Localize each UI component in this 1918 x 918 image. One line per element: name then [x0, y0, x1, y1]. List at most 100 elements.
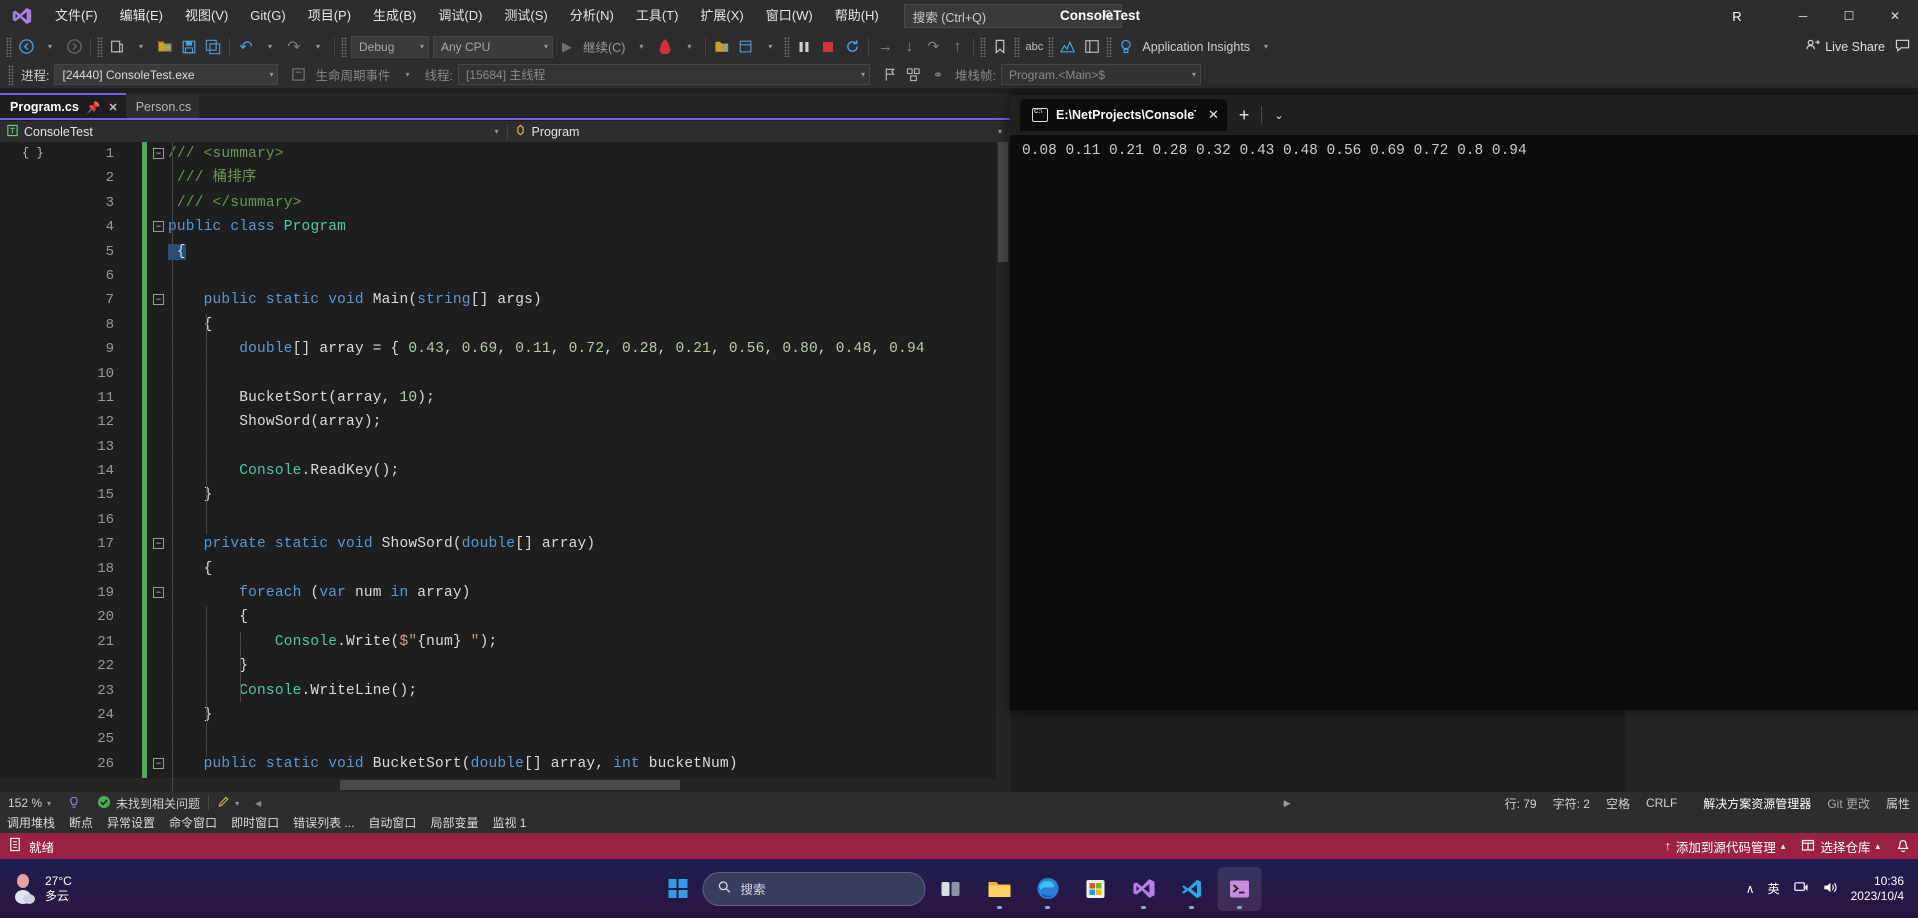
parallel-stacks-icon[interactable] — [902, 63, 926, 87]
code-line[interactable]: public static void Main(string[] args) — [168, 288, 1010, 312]
navigate-back-icon[interactable] — [14, 35, 38, 59]
code-cleanup-button[interactable]: ▾ — [209, 792, 247, 814]
code-line[interactable]: /// </summary> — [168, 191, 1010, 215]
tab-error-list[interactable]: 错误列表 ... — [286, 814, 361, 833]
scrollbar-thumb[interactable] — [998, 142, 1008, 262]
save-all-icon[interactable] — [201, 35, 225, 59]
fold-toggle-icon[interactable]: − — [153, 294, 164, 306]
toolbar-grip[interactable] — [6, 36, 12, 57]
tab-locals[interactable]: 局部变量 — [423, 814, 485, 833]
menu-build[interactable]: 生成(B) — [362, 0, 427, 32]
undo-dropdown-icon[interactable]: ▾ — [258, 35, 282, 59]
redo-icon[interactable]: ↷ — [282, 35, 306, 59]
code-line[interactable]: public class Program — [168, 215, 1010, 239]
continue-play-icon[interactable]: ▶ — [555, 35, 579, 59]
step-into-icon[interactable]: ↓ — [897, 35, 921, 59]
fold-toggle-icon[interactable]: − — [153, 587, 164, 599]
pin-icon[interactable]: 📌 — [87, 101, 101, 114]
file-explorer-icon[interactable] — [978, 867, 1022, 911]
menu-window[interactable]: 窗口(W) — [755, 0, 824, 32]
app-insights-label[interactable]: Application Insights — [1138, 40, 1254, 54]
stop-icon[interactable] — [816, 35, 840, 59]
redo-dropdown-icon[interactable]: ▾ — [306, 35, 330, 59]
step-out-curve-icon[interactable]: ↷ — [921, 35, 945, 59]
toolbar-grip-4[interactable] — [784, 36, 791, 57]
code-line[interactable]: public static void BucketSort(double[] a… — [168, 752, 1010, 776]
app-insights-dropdown-icon[interactable]: ▾ — [1254, 35, 1278, 59]
code-line[interactable]: } — [168, 703, 1010, 727]
code-line[interactable]: { — [168, 313, 1010, 337]
microsoft-store-icon[interactable] — [1074, 867, 1118, 911]
toggle-window-icon[interactable] — [734, 35, 758, 59]
issues-status[interactable]: 未找到相关问题 — [89, 792, 208, 814]
ime-language-indicator[interactable]: 英 — [1768, 880, 1780, 897]
code-line[interactable]: BucketSort(array, 10); — [168, 386, 1010, 410]
code-line[interactable]: /// 桶排序 — [168, 166, 1010, 190]
git-changes-tab[interactable]: Git 更改 — [1819, 792, 1878, 814]
process-select[interactable]: [24440] ConsoleTest.exe ▾ — [54, 64, 279, 85]
hot-reload-dropdown-icon[interactable]: ▾ — [677, 35, 701, 59]
user-account-avatar[interactable]: R — [1726, 5, 1748, 27]
solution-explorer-tab[interactable]: 解决方案资源管理器 — [1695, 792, 1819, 814]
tab-program-cs[interactable]: Program.cs 📌 ✕ — [0, 93, 126, 119]
menu-tools[interactable]: 工具(T) — [625, 0, 690, 32]
navbar-project-select[interactable]: ConsoleTest ▾ — [0, 121, 507, 142]
code-line[interactable]: } — [168, 654, 1010, 678]
code-line[interactable]: ShowSord(array); — [168, 410, 1010, 434]
weather-widget[interactable]: 27°C 多云 — [0, 873, 72, 905]
code-line[interactable] — [168, 435, 1010, 459]
code-line[interactable] — [168, 727, 1010, 751]
tab-person-cs[interactable]: Person.cs — [125, 94, 200, 119]
toolbar-grip-6[interactable] — [1014, 36, 1021, 57]
close-icon[interactable]: ✕ — [108, 101, 117, 114]
menu-analyze[interactable]: 分析(N) — [559, 0, 625, 32]
step-out-icon[interactable]: ↑ — [945, 35, 969, 59]
taskbar-search-input[interactable]: 搜索 — [702, 871, 926, 906]
line-ending-label[interactable]: CRLF — [1638, 792, 1685, 814]
threads-window-icon[interactable]: ⚭ — [926, 63, 950, 87]
code-line[interactable]: /// <summary> — [168, 142, 1010, 166]
app-insights-icon[interactable] — [1114, 35, 1138, 59]
code-line[interactable] — [168, 264, 1010, 288]
undo-icon[interactable]: ↶ — [234, 35, 258, 59]
pause-icon[interactable] — [792, 35, 816, 59]
terminal-dropdown-icon[interactable]: ⌄ — [1262, 109, 1295, 122]
menu-extensions[interactable]: 扩展(X) — [689, 0, 754, 32]
build-configuration-select[interactable]: Debug ▾ — [351, 35, 429, 58]
code-line[interactable]: { — [168, 557, 1010, 581]
target-platform-select[interactable]: Any CPU ▾ — [433, 35, 553, 58]
scrollbar-thumb-h[interactable] — [340, 780, 680, 790]
tray-expand-chevron-icon[interactable]: ∧ — [1746, 882, 1755, 896]
navigate-back-dropdown-icon[interactable]: ▾ — [38, 35, 62, 59]
minimize-button[interactable]: ─ — [1780, 0, 1826, 32]
thread-select[interactable]: [15684] 主线程 ▾ — [457, 64, 870, 85]
status-scroll-right-icon[interactable]: ▶ — [1276, 792, 1299, 814]
menu-project[interactable]: 项目(P) — [297, 0, 362, 32]
tab-autos[interactable]: 自动窗口 — [361, 814, 423, 833]
code-text[interactable]: /// <summary> /// 桶排序 /// </summary> publ… — [168, 142, 1010, 792]
terminal-window[interactable]: C:\ E:\NetProjects\ConsoleTest\C‹ ✕ + ⌄ … — [1010, 95, 1918, 710]
save-icon[interactable] — [177, 35, 201, 59]
code-line[interactable]: double[] array = { 0.43, 0.69, 0.11, 0.7… — [168, 337, 1010, 361]
fold-toggle-icon[interactable]: − — [153, 221, 164, 233]
tab-watch-1[interactable]: 监视 1 — [485, 814, 533, 833]
editor-horizontal-scrollbar[interactable] — [0, 778, 1010, 792]
taskbar-clock[interactable]: 10:36 2023/10/4 — [1851, 874, 1904, 904]
bookmark-icon[interactable] — [988, 35, 1012, 59]
code-line[interactable]: Console.ReadKey(); — [168, 459, 1010, 483]
collapse-status-icon[interactable]: ◂ — [247, 792, 269, 814]
tab-command-window[interactable]: 命令窗口 — [162, 814, 224, 833]
toolbar-grip-3[interactable] — [341, 36, 347, 57]
code-line[interactable]: { — [168, 240, 1010, 264]
start-button[interactable] — [657, 869, 699, 909]
terminal-new-tab-button[interactable]: + — [1227, 105, 1262, 126]
lifecycle-dropdown-icon[interactable]: ▾ — [396, 63, 420, 87]
open-file-icon[interactable] — [153, 35, 177, 59]
lifecycle-events-icon[interactable] — [286, 63, 310, 87]
notifications-bell-icon[interactable] — [1896, 839, 1910, 854]
restart-icon[interactable] — [840, 35, 864, 59]
code-line[interactable] — [168, 508, 1010, 532]
continue-dropdown-icon[interactable]: ▾ — [629, 35, 653, 59]
code-line[interactable] — [168, 362, 1010, 386]
volume-icon[interactable] — [1822, 880, 1838, 898]
